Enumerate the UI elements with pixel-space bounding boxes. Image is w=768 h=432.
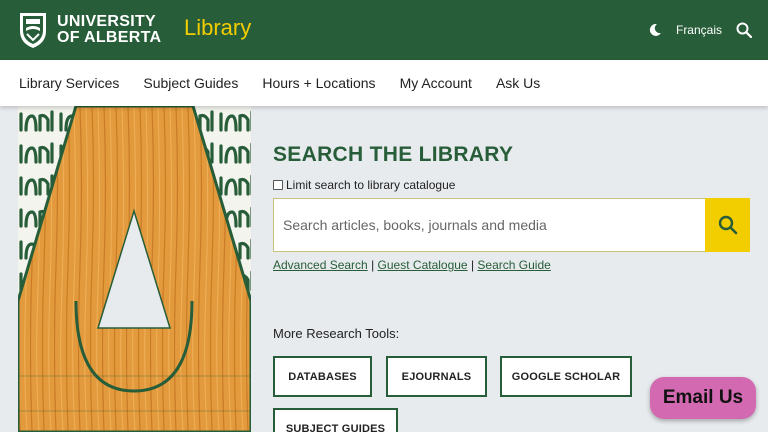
nav-hours-locations[interactable]: Hours + Locations — [262, 75, 375, 91]
language-toggle-link[interactable]: Français — [676, 23, 722, 37]
main-navigation: Library Services Subject Guides Hours + … — [0, 60, 768, 106]
hero-illustration — [18, 106, 251, 432]
hero-image — [18, 106, 251, 432]
search-links: Advanced Search | Guest Catalogue | Sear… — [273, 258, 551, 272]
dark-mode-moon-icon[interactable] — [648, 23, 662, 37]
magnifier-icon — [718, 215, 737, 235]
site-header: UNIVERSITY OF ALBERTA Library Français — [0, 0, 768, 60]
library-search-input[interactable]: Search articles, books, journals and med… — [273, 198, 706, 252]
limit-catalogue-label: Limit search to library catalogue — [286, 178, 456, 192]
limit-catalogue-checkbox[interactable] — [273, 180, 283, 190]
university-name-line1: UNIVERSITY — [57, 13, 157, 30]
nav-my-account[interactable]: My Account — [400, 75, 472, 91]
subject-guides-button[interactable]: SUBJECT GUIDES — [273, 408, 398, 432]
email-us-button[interactable]: Email Us — [650, 377, 756, 419]
university-name-line2: OF ALBERTA — [57, 29, 162, 46]
link-separator: | — [371, 258, 375, 272]
search-placeholder: Search articles, books, journals and med… — [283, 217, 547, 233]
link-separator: | — [470, 258, 475, 272]
nav-ask-us[interactable]: Ask Us — [496, 75, 540, 91]
advanced-search-link[interactable]: Advanced Search — [273, 258, 368, 272]
limit-catalogue-option[interactable]: Limit search to library catalogue — [273, 178, 455, 192]
databases-button[interactable]: DATABASES — [273, 356, 372, 397]
guest-catalogue-link[interactable]: Guest Catalogue — [378, 258, 468, 272]
search-guide-link[interactable]: Search Guide — [477, 258, 550, 272]
search-submit-button[interactable] — [705, 198, 750, 252]
header-utilities: Français — [648, 0, 752, 60]
search-icon[interactable] — [736, 22, 752, 38]
research-tools-heading: More Research Tools: — [273, 326, 400, 341]
search-heading: SEARCH THE LIBRARY — [273, 143, 514, 166]
crest-icon — [20, 13, 46, 48]
site-title[interactable]: Library — [184, 15, 251, 41]
university-name: UNIVERSITY OF ALBERTA — [57, 14, 161, 46]
nav-subject-guides[interactable]: Subject Guides — [143, 75, 238, 91]
ejournals-button[interactable]: EJOURNALS — [386, 356, 487, 397]
university-logo[interactable]: UNIVERSITY OF ALBERTA — [18, 11, 161, 49]
nav-library-services[interactable]: Library Services — [19, 75, 119, 91]
google-scholar-button[interactable]: GOOGLE SCHOLAR — [500, 356, 632, 397]
